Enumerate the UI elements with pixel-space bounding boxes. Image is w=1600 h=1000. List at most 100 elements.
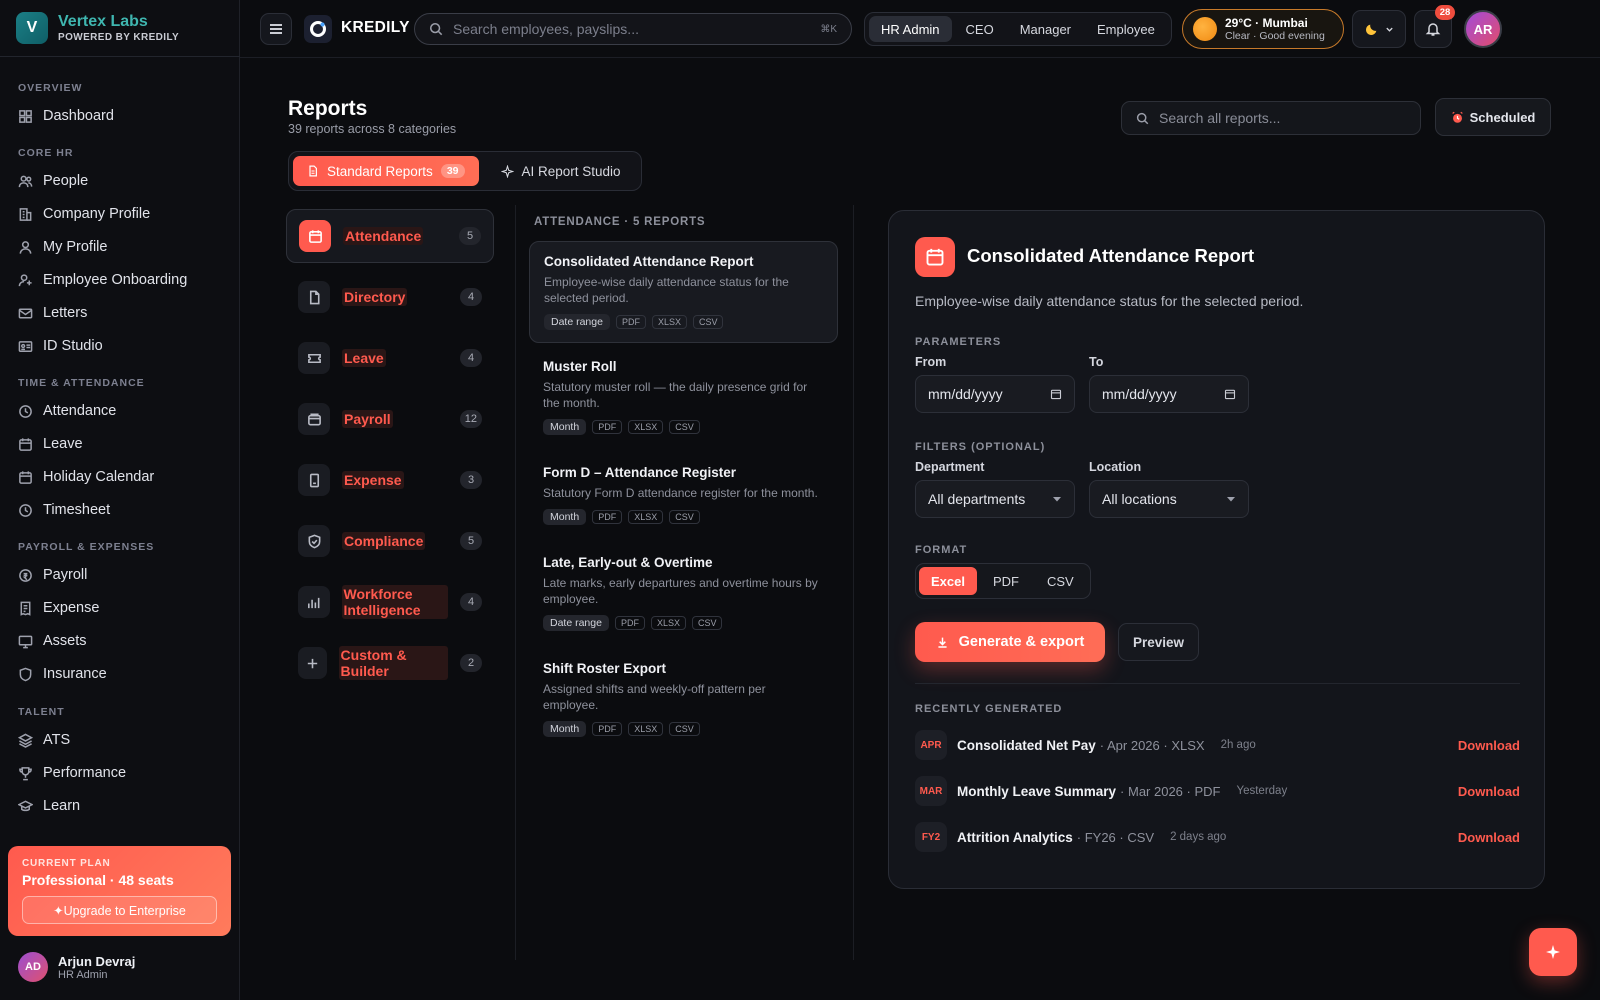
category-label: Custom & Builder (338, 646, 448, 680)
sidebar-item-learn[interactable]: Learn (18, 792, 228, 820)
caret-down-icon (1227, 497, 1235, 502)
category-count: 4 (460, 288, 482, 306)
sidebar-item-label: Letters (43, 305, 88, 321)
reports-search-input[interactable] (1159, 110, 1399, 126)
location-label: Location (1089, 460, 1142, 474)
generate-export-button[interactable]: Generate & export (915, 622, 1105, 662)
report-item[interactable]: Form D – Attendance Register Statutory F… (529, 453, 838, 537)
sidebar-item-leave[interactable]: Leave (18, 430, 228, 458)
sidebar-item-expense[interactable]: Expense (18, 594, 228, 622)
category-workforce-intelligence[interactable]: Workforce Intelligence 4 (286, 575, 494, 629)
sidebar-item-payroll[interactable]: Payroll (18, 561, 228, 589)
sidebar-item-employee-onboarding[interactable]: Employee Onboarding (18, 266, 228, 294)
sidebar-item-label: Insurance (43, 666, 107, 682)
department-value: All departments (928, 491, 1026, 507)
category-attendance[interactable]: Attendance 5 (286, 209, 494, 263)
period-badge: APR (915, 730, 947, 760)
report-item[interactable]: Muster Roll Statutory muster roll — the … (529, 347, 838, 447)
nav-section-payroll-expenses: PAYROLL & EXPENSES (18, 541, 155, 553)
category-directory[interactable]: Directory 4 (286, 270, 494, 324)
upgrade-button[interactable]: ✦Upgrade to Enterprise (22, 896, 217, 924)
to-label: To (1089, 355, 1104, 369)
download-link[interactable]: Download (1458, 784, 1520, 799)
search-input[interactable] (453, 21, 803, 37)
scheduled-button[interactable]: Scheduled (1435, 98, 1551, 136)
notifications-button[interactable]: 28 (1414, 5, 1455, 48)
format-option-pdf[interactable]: PDF (981, 567, 1031, 595)
role-hr-admin[interactable]: HR Admin (869, 16, 952, 42)
sidebar-item-insurance[interactable]: Insurance (18, 660, 228, 688)
format-tag-pdf: PDF (614, 616, 645, 630)
sidebar-item-attendance[interactable]: Attendance (18, 397, 228, 425)
category-expense[interactable]: Expense 3 (286, 453, 494, 507)
from-date-field[interactable]: mm/dd/yyyy (915, 375, 1075, 413)
user-profile[interactable]: AD Arjun Devraj HR Admin (18, 952, 135, 982)
role-ceo[interactable]: CEO (954, 16, 1006, 42)
department-select[interactable]: All departments (915, 480, 1075, 518)
ai-assistant-button[interactable] (1529, 928, 1577, 976)
building-icon (19, 207, 32, 221)
period-badge: MAR (915, 776, 947, 806)
format-option-excel[interactable]: Excel (919, 567, 977, 595)
location-select[interactable]: All locations (1089, 480, 1249, 518)
period-chip: Date range (543, 615, 609, 631)
sparkle-icon (500, 164, 514, 178)
category-custom-builder[interactable]: Custom & Builder 2 (286, 636, 494, 690)
sidebar-item-dashboard[interactable]: Dashboard (18, 102, 228, 130)
recent-meta: · FY26 · CSV (1076, 829, 1155, 845)
hamburger-icon (270, 24, 282, 34)
user-name: Arjun Devraj (58, 953, 136, 969)
report-item[interactable]: Consolidated Attendance Report Employee-… (529, 241, 838, 343)
download-icon (938, 637, 947, 648)
caret-down-icon (1053, 497, 1061, 502)
sidebar-item-company-profile[interactable]: Company Profile (18, 200, 228, 228)
sidebar-item-letters[interactable]: Letters (18, 299, 228, 327)
nav-section-core-hr: CORE HR (18, 147, 74, 159)
category-leave[interactable]: Leave 4 (286, 331, 494, 385)
id-card-icon (18, 340, 33, 352)
sidebar-item-my-profile[interactable]: My Profile (18, 233, 228, 261)
recent-name: Consolidated Net Pay (957, 737, 1096, 753)
period-chip: Month (543, 721, 587, 737)
format-option-csv[interactable]: CSV (1035, 567, 1086, 595)
reports-search[interactable] (1121, 101, 1421, 135)
format-tag-pdf: PDF (592, 420, 623, 434)
role-manager[interactable]: Manager (1008, 16, 1083, 42)
page-title: Reports (288, 97, 368, 120)
category-count: 3 (460, 471, 482, 489)
sidebar-item-holiday-calendar[interactable]: Holiday Calendar (18, 463, 228, 491)
category-label: Directory (342, 288, 408, 306)
sidebar: V Vertex Labs POWERED BY KREDILY OVERVIE… (0, 0, 240, 1000)
theme-toggle[interactable] (1352, 10, 1406, 48)
to-date-field[interactable]: mm/dd/yyyy (1089, 375, 1249, 413)
report-item[interactable]: Shift Roster Export Assigned shifts and … (529, 649, 838, 749)
tab-standard-reports[interactable]: Standard Reports 39 (293, 156, 479, 186)
report-description: Employee-wise daily attendance status fo… (544, 275, 789, 305)
weather-widget[interactable]: 29°C · Mumbai Clear · Good evening (1182, 9, 1344, 49)
sidebar-item-people[interactable]: People (18, 167, 228, 195)
detail-title: Consolidated Attendance Report (967, 245, 1255, 266)
preview-button[interactable]: Preview (1118, 623, 1199, 661)
category-compliance[interactable]: Compliance 5 (286, 514, 494, 568)
clock-icon (19, 404, 32, 418)
avatar[interactable]: AR (1464, 10, 1502, 48)
menu-button[interactable] (260, 13, 292, 45)
download-link[interactable]: Download (1458, 738, 1520, 753)
sidebar-item-timesheet[interactable]: Timesheet (18, 496, 228, 524)
sidebar-item-assets[interactable]: Assets (18, 627, 228, 655)
notification-count: 28 (1435, 5, 1455, 20)
period-badge: FY2 (915, 822, 947, 852)
role-employee[interactable]: Employee (1085, 16, 1167, 42)
recent-item: APR Consolidated Net Pay · Apr 2026 · XL… (915, 727, 1520, 763)
sidebar-item-performance[interactable]: Performance (18, 759, 228, 787)
global-search[interactable]: ⌘K (414, 13, 852, 45)
report-item[interactable]: Late, Early-out & Overtime Late marks, e… (529, 543, 838, 643)
tab-ai-report-studio[interactable]: AI Report Studio (487, 156, 635, 186)
download-link[interactable]: Download (1458, 830, 1520, 845)
user-icon (19, 240, 32, 254)
sidebar-item-ats[interactable]: ATS (18, 726, 228, 754)
category-payroll[interactable]: Payroll 12 (286, 392, 494, 446)
report-title: Form D – Attendance Register (543, 465, 737, 480)
brand[interactable]: V Vertex Labs POWERED BY KREDILY (16, 12, 179, 44)
sidebar-item-id-studio[interactable]: ID Studio (18, 332, 228, 360)
